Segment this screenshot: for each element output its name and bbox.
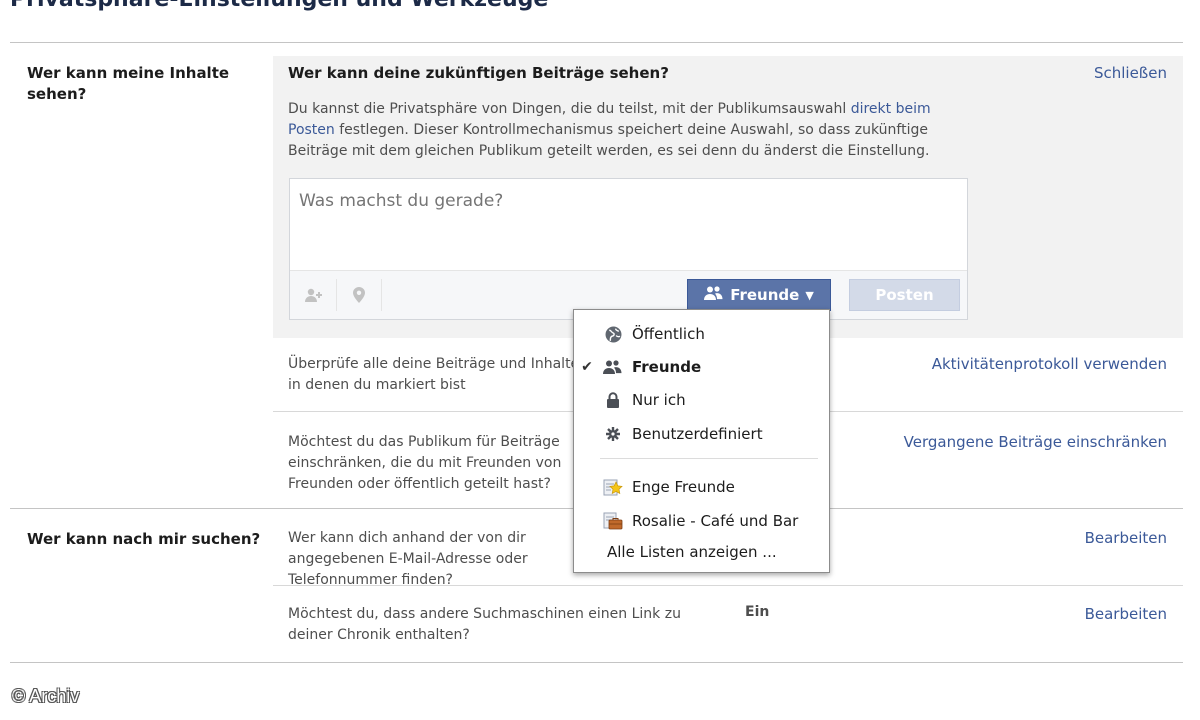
copyright-watermark: © Archiv [12,686,80,706]
lock-icon [600,391,626,409]
menu-item-close-friends[interactable]: Enge Freunde [574,473,829,501]
menu-item-show-all-lists[interactable]: Alle Listen anzeigen ... [574,538,829,566]
friends-icon [704,285,724,305]
search-engines-status: Ein [745,604,770,620]
row-activity-text: Überprüfe alle deine Beiträge und Inhalt… [288,356,584,393]
globe-icon [600,326,626,343]
star-list-icon [600,478,626,496]
panel-description: Du kannst die Privatsphäre von Dingen, d… [288,101,931,159]
menu-item-rosalie-list[interactable]: Rosalie - Café und Bar [574,507,829,535]
limit-past-posts-link[interactable]: Vergangene Beiträge einschränken [904,433,1167,451]
section-label-search: Wer kann nach mir suchen? [27,530,261,548]
divider [273,585,1183,586]
friends-icon [600,359,626,375]
status-input[interactable] [299,191,949,251]
page-title: Privatsphäre-Einstellungen und Werkzeuge [10,0,548,12]
row-search-engines-text: Möchtest du, dass andere Suchmaschinen e… [288,606,681,643]
activity-log-link[interactable]: Aktivitätenprotokoll verwenden [932,355,1167,373]
chevron-down-icon: ▼ [805,288,814,302]
menu-item-only-me[interactable]: Nur ich [574,386,829,414]
status-composer: Freunde ▼ Posten [289,178,968,320]
location-pin-icon[interactable] [337,279,382,311]
panel-heading: Wer kann deine zukünftigen Beiträge sehe… [288,64,669,82]
audience-menu: Öffentlich ✔ Freunde Nur ich Benutzerdef… [573,309,830,573]
post-button[interactable]: Posten [849,279,960,311]
menu-divider [600,458,818,459]
menu-item-custom[interactable]: Benutzerdefiniert [574,420,829,448]
audience-selector-button[interactable]: Freunde ▼ [687,279,831,311]
add-friend-icon[interactable] [292,279,337,311]
menu-item-friends[interactable]: ✔ Freunde [574,353,829,381]
close-link[interactable]: Schließen [1094,64,1167,82]
row-lookup-text: Wer kann dich anhand der von dir angegeb… [288,530,528,588]
divider [10,42,1183,43]
gear-icon [600,426,626,442]
briefcase-list-icon [600,512,626,530]
lookup-edit-link[interactable]: Bearbeiten [1085,529,1167,547]
menu-item-public[interactable]: Öffentlich [574,320,829,348]
section-label-content: Wer kann meine Inhalte sehen? [27,64,230,103]
divider [10,662,1183,663]
row-limit-text: Möchtest du das Publikum für Beiträge ei… [288,434,562,492]
checkmark-icon: ✔ [581,359,593,375]
search-engines-edit-link[interactable]: Bearbeiten [1085,605,1167,623]
